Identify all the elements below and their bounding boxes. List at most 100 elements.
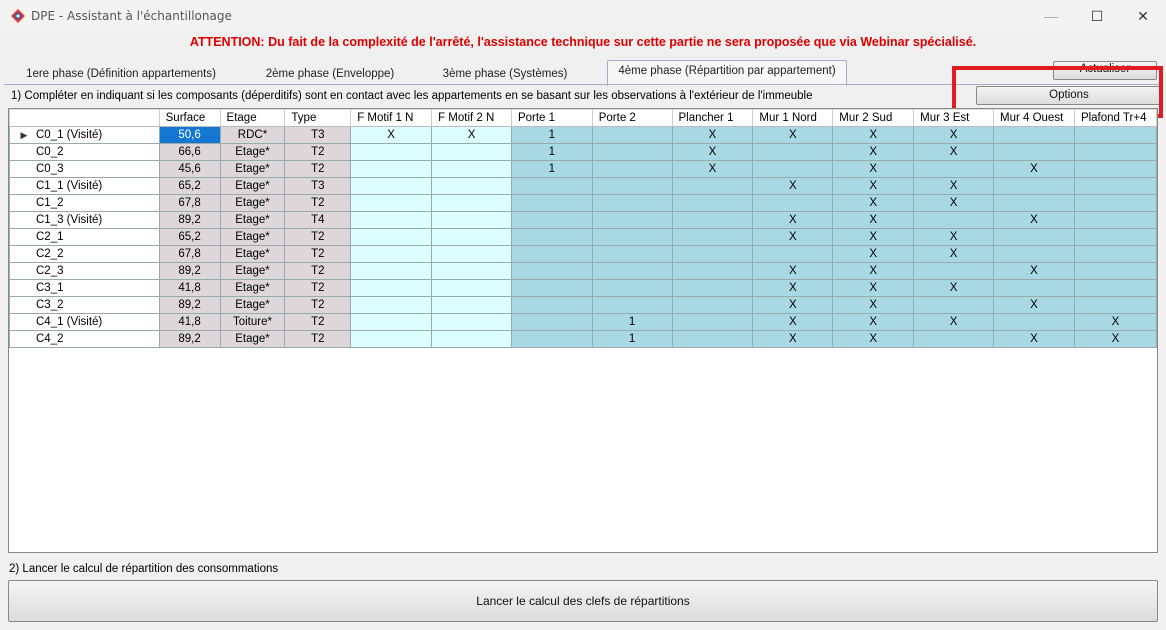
grid-cell[interactable] [1073, 211, 1157, 229]
grid-cell[interactable] [671, 330, 754, 348]
grid-cell[interactable]: RDC* [219, 126, 286, 144]
column-header[interactable]: Etage [219, 109, 286, 127]
column-header[interactable]: Mur 1 Nord [752, 109, 834, 127]
grid-cell[interactable]: T2 [284, 330, 352, 348]
column-header[interactable]: Surface [158, 109, 221, 127]
grid-cell[interactable]: 67,8 [158, 245, 221, 263]
grid-cell[interactable] [1073, 245, 1157, 263]
grid-cell[interactable]: T3 [284, 177, 352, 195]
grid-cell[interactable]: X [832, 126, 915, 144]
grid-cell[interactable]: Etage* [219, 296, 286, 314]
grid-cell[interactable] [431, 160, 512, 178]
grid-cell[interactable]: X [832, 177, 915, 195]
grid-cell[interactable] [1073, 143, 1157, 161]
grid-cell[interactable] [993, 126, 1075, 144]
column-header[interactable]: Porte 2 [591, 109, 673, 127]
grid-cell[interactable] [591, 194, 673, 212]
table-row[interactable]: C3_2 89,2 Etage* T2 X X X [9, 296, 1157, 314]
grid-cell[interactable] [350, 177, 433, 195]
grid-cell[interactable] [350, 313, 433, 331]
grid-cell[interactable]: T2 [284, 245, 352, 263]
grid-cell[interactable] [591, 245, 673, 263]
grid-cell[interactable]: Etage* [219, 143, 286, 161]
table-row[interactable]: C1_2 67,8 Etage* T2 X X [9, 194, 1157, 212]
grid-cell[interactable] [993, 177, 1075, 195]
grid-cell[interactable]: X [913, 228, 994, 246]
grid-cell[interactable]: X [913, 313, 994, 331]
grid-cell[interactable] [350, 228, 433, 246]
grid-cell[interactable]: 1 [591, 330, 673, 348]
grid-cell[interactable] [510, 245, 593, 263]
grid-cell[interactable]: Etage* [219, 194, 286, 212]
grid-cell[interactable]: T2 [284, 296, 352, 314]
table-row[interactable]: C4_1 (Visité) 41,8 Toiture* T2 1 X X X X [9, 313, 1157, 331]
table-row[interactable]: C4_2 89,2 Etage* T2 1 X X X X [9, 330, 1157, 348]
grid-cell[interactable]: X [671, 143, 754, 161]
grid-cell[interactable] [591, 262, 673, 280]
grid-cell[interactable]: X [832, 313, 915, 331]
options-button[interactable]: Options [976, 86, 1162, 105]
grid-cell[interactable] [1073, 177, 1157, 195]
grid-cell[interactable] [993, 313, 1075, 331]
grid-cell[interactable]: T4 [284, 211, 352, 229]
grid-cell[interactable] [510, 228, 593, 246]
grid-cell[interactable] [510, 262, 593, 280]
grid-cell[interactable] [431, 143, 512, 161]
table-row[interactable]: ▶ C0_1 (Visité) 50,6 RDC* T3 X X 1 X X X X [9, 126, 1157, 144]
grid-cell[interactable] [993, 279, 1075, 297]
grid-cell[interactable] [913, 262, 994, 280]
grid-cell[interactable]: 66,6 [158, 143, 221, 161]
grid-cell[interactable]: 41,8 [158, 313, 221, 331]
grid-cell[interactable]: X [1073, 313, 1157, 331]
grid-cell[interactable] [752, 194, 834, 212]
grid-cell[interactable] [431, 177, 512, 195]
grid-cell[interactable]: 65,2 [158, 177, 221, 195]
grid-cell[interactable] [1073, 194, 1157, 212]
grid-cell[interactable]: 41,8 [158, 279, 221, 297]
grid-cell[interactable]: X [913, 279, 994, 297]
grid-cell[interactable] [752, 160, 834, 178]
grid-cell[interactable]: X [832, 160, 915, 178]
grid-cell[interactable] [671, 194, 754, 212]
grid-cell[interactable] [591, 296, 673, 314]
grid-cell[interactable]: X [993, 330, 1075, 348]
grid-cell[interactable] [913, 211, 994, 229]
grid-cell[interactable]: X [752, 211, 834, 229]
grid-cell[interactable] [993, 143, 1075, 161]
column-header[interactable]: Mur 2 Sud [832, 109, 915, 127]
grid-cell[interactable]: X [832, 279, 915, 297]
tab-phase-3[interactable]: 3ème phase (Systèmes) [434, 63, 576, 85]
table-row[interactable]: C1_3 (Visité) 89,2 Etage* T4 X X X [9, 211, 1157, 229]
grid-cell[interactable]: X [832, 194, 915, 212]
table-row[interactable]: C0_2 66,6 Etage* T2 1 X X X [9, 143, 1157, 161]
grid-cell[interactable]: Etage* [219, 228, 286, 246]
table-row[interactable]: C2_1 65,2 Etage* T2 X X X [9, 228, 1157, 246]
column-header[interactable]: Mur 4 Ouest [993, 109, 1075, 127]
grid-cell[interactable] [671, 228, 754, 246]
grid-cell[interactable]: Etage* [219, 211, 286, 229]
column-header[interactable]: F Motif 2 N [431, 109, 512, 127]
grid-cell[interactable] [510, 279, 593, 297]
grid-cell[interactable]: 1 [510, 143, 593, 161]
grid-cell[interactable]: X [832, 330, 915, 348]
grid-cell[interactable]: 1 [591, 313, 673, 331]
column-header[interactable]: F Motif 1 N [350, 109, 433, 127]
grid-cell[interactable]: X [350, 126, 433, 144]
grid-cell[interactable] [431, 279, 512, 297]
grid-cell[interactable] [510, 194, 593, 212]
grid-cell[interactable]: X [671, 126, 754, 144]
grid-cell[interactable]: Toiture* [219, 313, 286, 331]
grid-cell[interactable]: X [993, 296, 1075, 314]
grid-cell[interactable] [993, 194, 1075, 212]
grid-cell[interactable]: X [913, 126, 994, 144]
grid-cell[interactable] [591, 126, 673, 144]
grid-cell[interactable] [913, 160, 994, 178]
grid-cell[interactable] [1073, 126, 1157, 144]
column-header[interactable]: Type [284, 109, 352, 127]
grid-cell[interactable] [350, 194, 433, 212]
grid-cell[interactable] [350, 279, 433, 297]
grid-cell[interactable]: X [832, 211, 915, 229]
tab-phase-2[interactable]: 2ème phase (Enveloppe) [228, 63, 432, 85]
grid-cell[interactable]: 65,2 [158, 228, 221, 246]
grid-cell[interactable]: T2 [284, 143, 352, 161]
